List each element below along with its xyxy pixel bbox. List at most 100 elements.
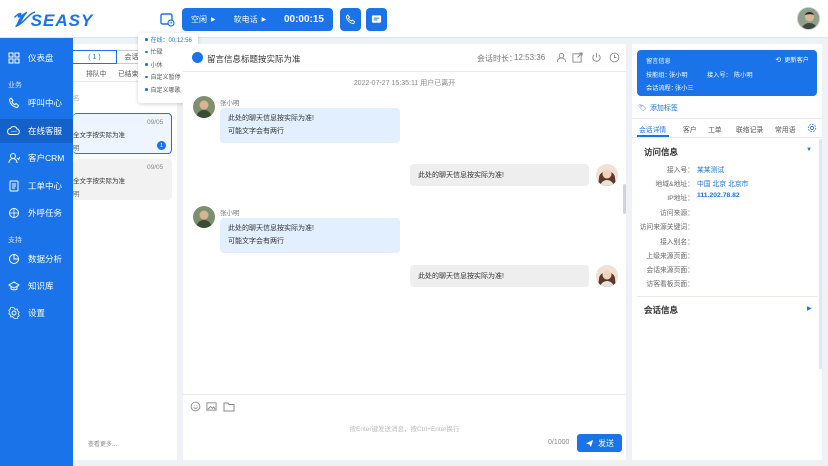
- clock-icon[interactable]: [609, 52, 620, 63]
- chevron-right-icon: ▶: [211, 17, 216, 23]
- softphone-mode[interactable]: 软电话 ▶: [234, 14, 267, 25]
- flow-value: 张小三: [675, 85, 694, 92]
- emoji-icon[interactable]: [190, 401, 201, 412]
- list-item[interactable]: 09/05 全文字按实际为准 明 1: [73, 113, 172, 154]
- info-row: 访问来源：: [660, 210, 694, 217]
- app-logo[interactable]: 𝓥 SEASY: [12, 9, 93, 32]
- item-sub: 明: [73, 145, 80, 152]
- phone-call-icon: [7, 97, 20, 110]
- knowledge-icon: [7, 280, 20, 293]
- access-value: 陈小明: [734, 72, 753, 79]
- panel-scrollbar[interactable]: [819, 139, 822, 369]
- chat-scrollbar[interactable]: [623, 184, 626, 214]
- logo-text: SEASY: [30, 10, 94, 30]
- power-icon[interactable]: [591, 52, 602, 63]
- section-support: 支持: [8, 237, 22, 244]
- dashboard-icon: [7, 52, 20, 65]
- caret-right-icon[interactable]: ▶: [807, 305, 812, 312]
- incoming-message: 此处的聊天信息按实际为准! 可能文字会有两行: [220, 108, 400, 143]
- subtab-ended[interactable]: 已结束: [118, 68, 138, 78]
- message-type-icon: [192, 52, 203, 63]
- sidebar-item-online-service[interactable]: 在线客服: [0, 119, 73, 143]
- sidebar-item-crm[interactable]: 客户CRM: [0, 146, 73, 170]
- user-avatar[interactable]: [797, 7, 820, 30]
- user-icon: [7, 152, 20, 165]
- share-icon[interactable]: [572, 52, 583, 63]
- incoming-message: 此处的聊天信息按实际为准! 可能文字会有两行: [220, 218, 400, 253]
- analytics-icon: [7, 253, 20, 266]
- transfer-user-icon[interactable]: [556, 52, 567, 63]
- outgoing-message: 此处的聊天信息按实际为准!: [410, 265, 589, 287]
- sidebar-item-analytics[interactable]: 数据分析: [0, 247, 73, 271]
- sidebar-item-knowledge[interactable]: 知识库: [0, 274, 73, 298]
- outgoing-message: 此处的聊天信息按实际为准!: [410, 164, 589, 186]
- session-list-panel: ( 1 ) 会话 排队中 已结束 名 09/05 全文字按实际为准 明 1 09…: [73, 44, 177, 460]
- avatar: [596, 265, 618, 287]
- ticket-icon: [7, 180, 20, 193]
- customer-info-panel: 留言信息 ⟲ 更新客户 技能组： 张小明 接入号： 陈小明 会话流程： 张小三 🏷…: [632, 44, 822, 460]
- avatar: [193, 96, 215, 118]
- folder-icon[interactable]: [223, 401, 235, 412]
- agent-status-icon[interactable]: [159, 11, 175, 27]
- visit-info-title: 访问信息: [644, 147, 679, 157]
- tag-icon: 🏷: [638, 105, 647, 112]
- item-date: 09/05: [147, 119, 164, 126]
- call-timer: 00:00:15: [283, 14, 324, 25]
- flow-label: 会话流程：: [646, 85, 677, 92]
- phone-button[interactable]: [340, 8, 361, 31]
- phone-icon: [345, 14, 356, 25]
- tab-tickets[interactable]: 工单: [708, 124, 722, 134]
- card-title: 留言信息: [646, 58, 671, 65]
- session-duration: 12:53:36: [514, 53, 546, 62]
- divider: [637, 296, 817, 297]
- gear-icon: [7, 307, 20, 320]
- add-tag-button[interactable]: 🏷 添加标签: [638, 103, 678, 113]
- divider: [183, 394, 626, 395]
- chat-panel: 留言信息标题按实际为准 会话时长： 12:53:36 2022-07-27 15…: [183, 44, 626, 460]
- list-item[interactable]: 09/05 全文字按实际为准 明: [73, 159, 172, 200]
- divider: [632, 118, 822, 119]
- section-business: 业务: [8, 82, 22, 89]
- caret-down-icon[interactable]: ▼: [806, 147, 812, 153]
- tab-session-details[interactable]: 会话详情: [639, 124, 666, 134]
- message-icon: [371, 15, 382, 23]
- message-input[interactable]: 按Enter键发送消息，按Ctrl+Enter换行: [183, 423, 626, 433]
- info-row: 访客看板页面：: [646, 281, 694, 288]
- idle-status[interactable]: 空闲 ▶: [191, 14, 216, 25]
- call-status-bar[interactable]: 空闲 ▶ 软电话 ▶ 00:00:15: [182, 8, 333, 31]
- update-customer-button[interactable]: ⟲ 更新客户: [775, 55, 809, 65]
- gear-icon[interactable]: [807, 123, 817, 133]
- sidebar-item-call-center[interactable]: 呼叫中心: [0, 91, 73, 115]
- send-button[interactable]: 发送: [577, 434, 622, 452]
- subtab-queue[interactable]: 排队中: [86, 68, 106, 78]
- avatar: [193, 206, 215, 228]
- info-row: 会话来源页面：: [646, 267, 694, 274]
- refresh-icon: ⟲: [775, 56, 782, 64]
- top-bar: 𝓥 SEASY 空闲 ▶ 软电话 ▶ 00:00:15: [0, 0, 828, 38]
- search-hint: 名: [73, 95, 80, 102]
- duration-label: 会话时长：: [477, 54, 517, 63]
- sender-name: 张小明: [220, 100, 240, 107]
- tab-contact-records[interactable]: 联络记录: [736, 124, 763, 134]
- sidebar-item-outbound[interactable]: 外呼任务: [0, 201, 73, 225]
- tab-customer[interactable]: 客户: [683, 124, 697, 134]
- system-notice: 2022-07-27 15:35:11 用户已离开: [353, 80, 456, 87]
- skill-group-value: 张小明: [669, 72, 688, 79]
- item-date: 09/05: [147, 164, 164, 171]
- info-row: 上级来源页面：: [646, 253, 694, 260]
- sender-name: 张小明: [220, 210, 240, 217]
- tab-current-sessions[interactable]: ( 1 ): [73, 50, 117, 64]
- sidebar-item-settings[interactable]: 设置: [0, 301, 73, 325]
- message-button[interactable]: [366, 8, 387, 31]
- item-text: 全文字按实际为准: [73, 132, 125, 139]
- chat-cloud-icon: [7, 125, 20, 138]
- outbound-icon: [7, 207, 20, 220]
- sidebar-item-tickets[interactable]: 工单中心: [0, 174, 73, 198]
- sidebar: 仪表盘 业务 呼叫中心 在线客服 客户CRM 工单中心 外呼任务 支持 数据分析…: [0, 38, 73, 466]
- info-row: 接入号： 某某测试: [666, 167, 725, 174]
- tab-common-phrases[interactable]: 常用语: [775, 124, 795, 134]
- sidebar-item-dashboard[interactable]: 仪表盘: [0, 46, 73, 70]
- load-more-link[interactable]: 查看更多...: [88, 439, 117, 448]
- image-icon[interactable]: [206, 401, 217, 412]
- send-icon: [585, 439, 594, 447]
